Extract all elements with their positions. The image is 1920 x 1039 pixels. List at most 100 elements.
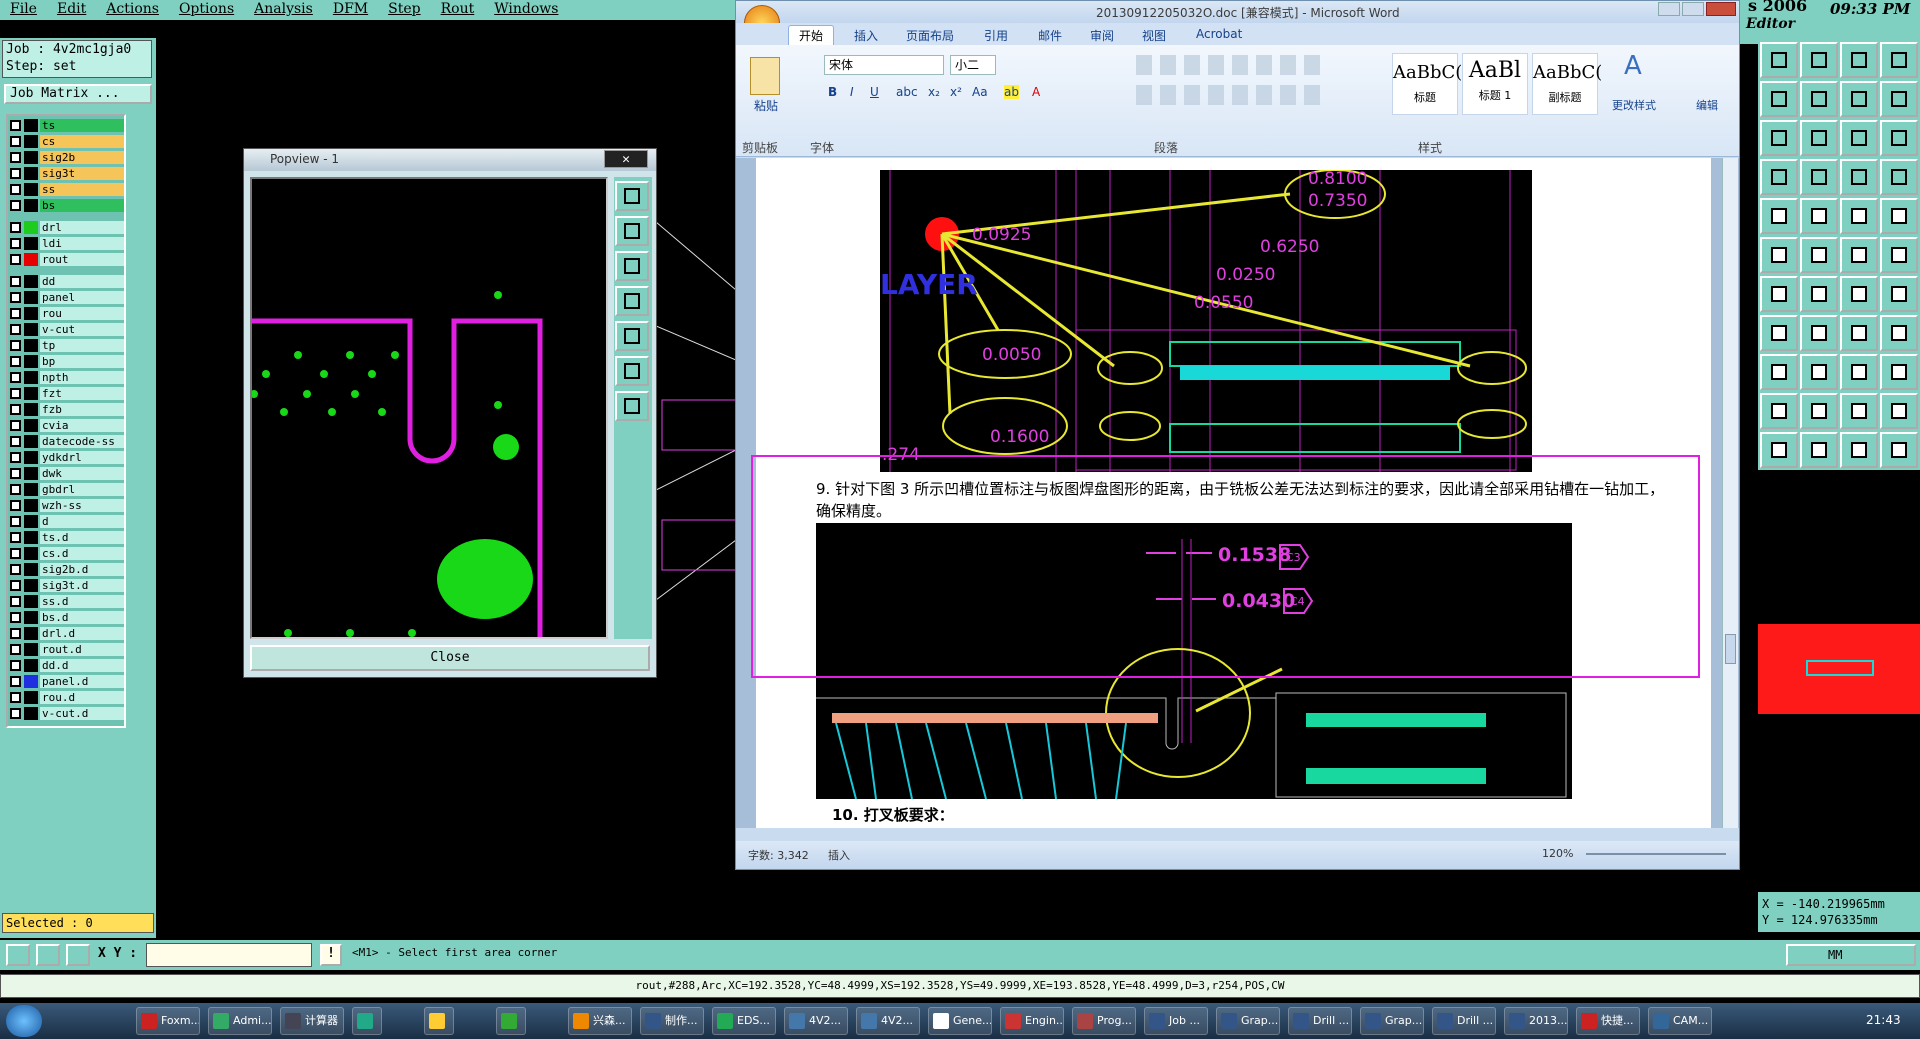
layer-checkbox[interactable] — [10, 276, 21, 287]
cam-tool-button[interactable] — [1760, 81, 1798, 117]
taskbar-item[interactable]: EDS... — [712, 1007, 776, 1035]
font-color-icon[interactable]: A — [1032, 85, 1040, 99]
layer-color-swatch[interactable] — [24, 675, 38, 688]
layer-color-swatch[interactable] — [24, 659, 38, 672]
paste-icon[interactable] — [750, 57, 780, 95]
layer-row[interactable]: drl.d — [10, 626, 124, 641]
layer-row[interactable]: rout.d — [10, 642, 124, 657]
cam-tool-button[interactable] — [1880, 432, 1918, 468]
layer-name[interactable]: panel — [40, 291, 124, 304]
layer-checkbox[interactable] — [10, 152, 21, 163]
cam-tool-button[interactable] — [1760, 393, 1798, 429]
edit-label[interactable]: 编辑 — [1696, 97, 1718, 113]
layer-checkbox[interactable] — [10, 222, 21, 233]
layer-row[interactable]: cs — [10, 134, 124, 149]
subscript-button[interactable]: x₂ — [928, 85, 940, 99]
cam-tool-button[interactable] — [1880, 393, 1918, 429]
cam-tool-button[interactable] — [1760, 315, 1798, 351]
layer-row[interactable]: panel.d — [10, 674, 124, 689]
layer-checkbox[interactable] — [10, 484, 21, 495]
taskbar-item[interactable]: Drill ... — [1288, 1007, 1352, 1035]
layer-checkbox[interactable] — [10, 596, 21, 607]
popview-close-button[interactable]: Close — [250, 645, 650, 671]
taskbar-item[interactable]: 计算器 — [280, 1007, 344, 1035]
layer-row[interactable]: ydkdrl — [10, 450, 124, 465]
layer-color-swatch[interactable] — [24, 579, 38, 592]
layer-name[interactable]: fzb — [40, 403, 124, 416]
font-name-select[interactable]: 宋体 — [824, 55, 944, 75]
layer-checkbox[interactable] — [10, 692, 21, 703]
layer-name[interactable]: cs — [40, 135, 124, 148]
layer-name[interactable]: sig2b.d — [40, 563, 124, 576]
layer-checkbox[interactable] — [10, 388, 21, 399]
layer-name[interactable]: tp — [40, 339, 124, 352]
layer-checkbox[interactable] — [10, 372, 21, 383]
cam-tool-button[interactable] — [1840, 159, 1878, 195]
layer-checkbox[interactable] — [10, 708, 21, 719]
layer-name[interactable]: dwk — [40, 467, 124, 480]
layer-name[interactable]: ss.d — [40, 595, 124, 608]
layer-color-swatch[interactable] — [24, 403, 38, 416]
layer-name[interactable]: v-cut.d — [40, 707, 124, 720]
start-button[interactable] — [6, 1005, 42, 1037]
layer-checkbox[interactable] — [10, 548, 21, 559]
layer-color-swatch[interactable] — [24, 451, 38, 464]
layer-row[interactable]: cs.d — [10, 546, 124, 561]
menu-actions[interactable]: Actions — [96, 0, 169, 20]
cam-tool-button[interactable] — [1800, 81, 1838, 117]
layer-checkbox[interactable] — [10, 468, 21, 479]
highlight-icon[interactable]: ab — [1004, 85, 1019, 99]
cam-tool-button[interactable] — [1800, 276, 1838, 312]
cam-tool-button[interactable] — [1840, 354, 1878, 390]
alignment-buttons[interactable] — [1136, 85, 1326, 105]
layer-color-swatch[interactable] — [24, 237, 38, 250]
cam-tool-button[interactable] — [1800, 198, 1838, 234]
tab-references[interactable]: 引用 — [984, 27, 1008, 44]
layer-name[interactable]: datecode-ss — [40, 435, 124, 448]
layer-checkbox[interactable] — [10, 436, 21, 447]
layer-name[interactable]: wzh-ss — [40, 499, 124, 512]
layer-checkbox[interactable] — [10, 660, 21, 671]
tab-insert[interactable]: 插入 — [854, 27, 878, 44]
layer-color-swatch[interactable] — [24, 291, 38, 304]
layer-checkbox[interactable] — [10, 404, 21, 415]
cam-tool-button[interactable] — [1880, 237, 1918, 273]
taskbar-item[interactable] — [352, 1007, 382, 1035]
change-case-button[interactable]: Aa — [972, 85, 988, 99]
layer-color-swatch[interactable] — [24, 531, 38, 544]
cam-tool-button[interactable] — [1880, 120, 1918, 156]
layer-row[interactable]: sig2b.d — [10, 562, 124, 577]
layer-checkbox[interactable] — [10, 500, 21, 511]
layer-checkbox[interactable] — [10, 120, 21, 131]
cam-tool-button[interactable] — [1880, 198, 1918, 234]
layer-row[interactable]: sig2b — [10, 150, 124, 165]
close-icon[interactable]: ✕ — [604, 150, 648, 168]
taskbar-item[interactable]: 2013... — [1504, 1007, 1568, 1035]
taskbar-item[interactable]: 制作... — [640, 1007, 704, 1035]
layer-checkbox[interactable] — [10, 308, 21, 319]
style-heading1[interactable]: AaBl 标题 1 — [1462, 53, 1528, 115]
popview-tool-zoom-in[interactable] — [615, 356, 649, 386]
cam-tool-button[interactable] — [1800, 42, 1838, 78]
cam-tool-button[interactable] — [1760, 354, 1798, 390]
layer-checkbox[interactable] — [10, 324, 21, 335]
layer-name[interactable]: dd — [40, 275, 124, 288]
cam-tool-button[interactable] — [1840, 81, 1878, 117]
taskbar-item[interactable]: Grap... — [1360, 1007, 1424, 1035]
taskbar-item[interactable]: Job ... — [1144, 1007, 1208, 1035]
cam-tool-button[interactable] — [1880, 276, 1918, 312]
layer-checkbox[interactable] — [10, 184, 21, 195]
popview-tool-right[interactable] — [615, 321, 649, 351]
taskbar-item[interactable] — [424, 1007, 454, 1035]
layer-color-swatch[interactable] — [24, 199, 38, 212]
layer-row[interactable]: v-cut — [10, 322, 124, 337]
zoom-level[interactable]: 120% — [1542, 847, 1573, 860]
layer-checkbox[interactable] — [10, 452, 21, 463]
layer-color-swatch[interactable] — [24, 547, 38, 560]
layer-checkbox[interactable] — [10, 628, 21, 639]
xy-input[interactable] — [146, 943, 312, 967]
layer-name[interactable]: npth — [40, 371, 124, 384]
underline-button[interactable]: U — [870, 85, 879, 99]
layer-name[interactable]: bs — [40, 199, 124, 212]
menu-edit[interactable]: Edit — [47, 0, 96, 20]
